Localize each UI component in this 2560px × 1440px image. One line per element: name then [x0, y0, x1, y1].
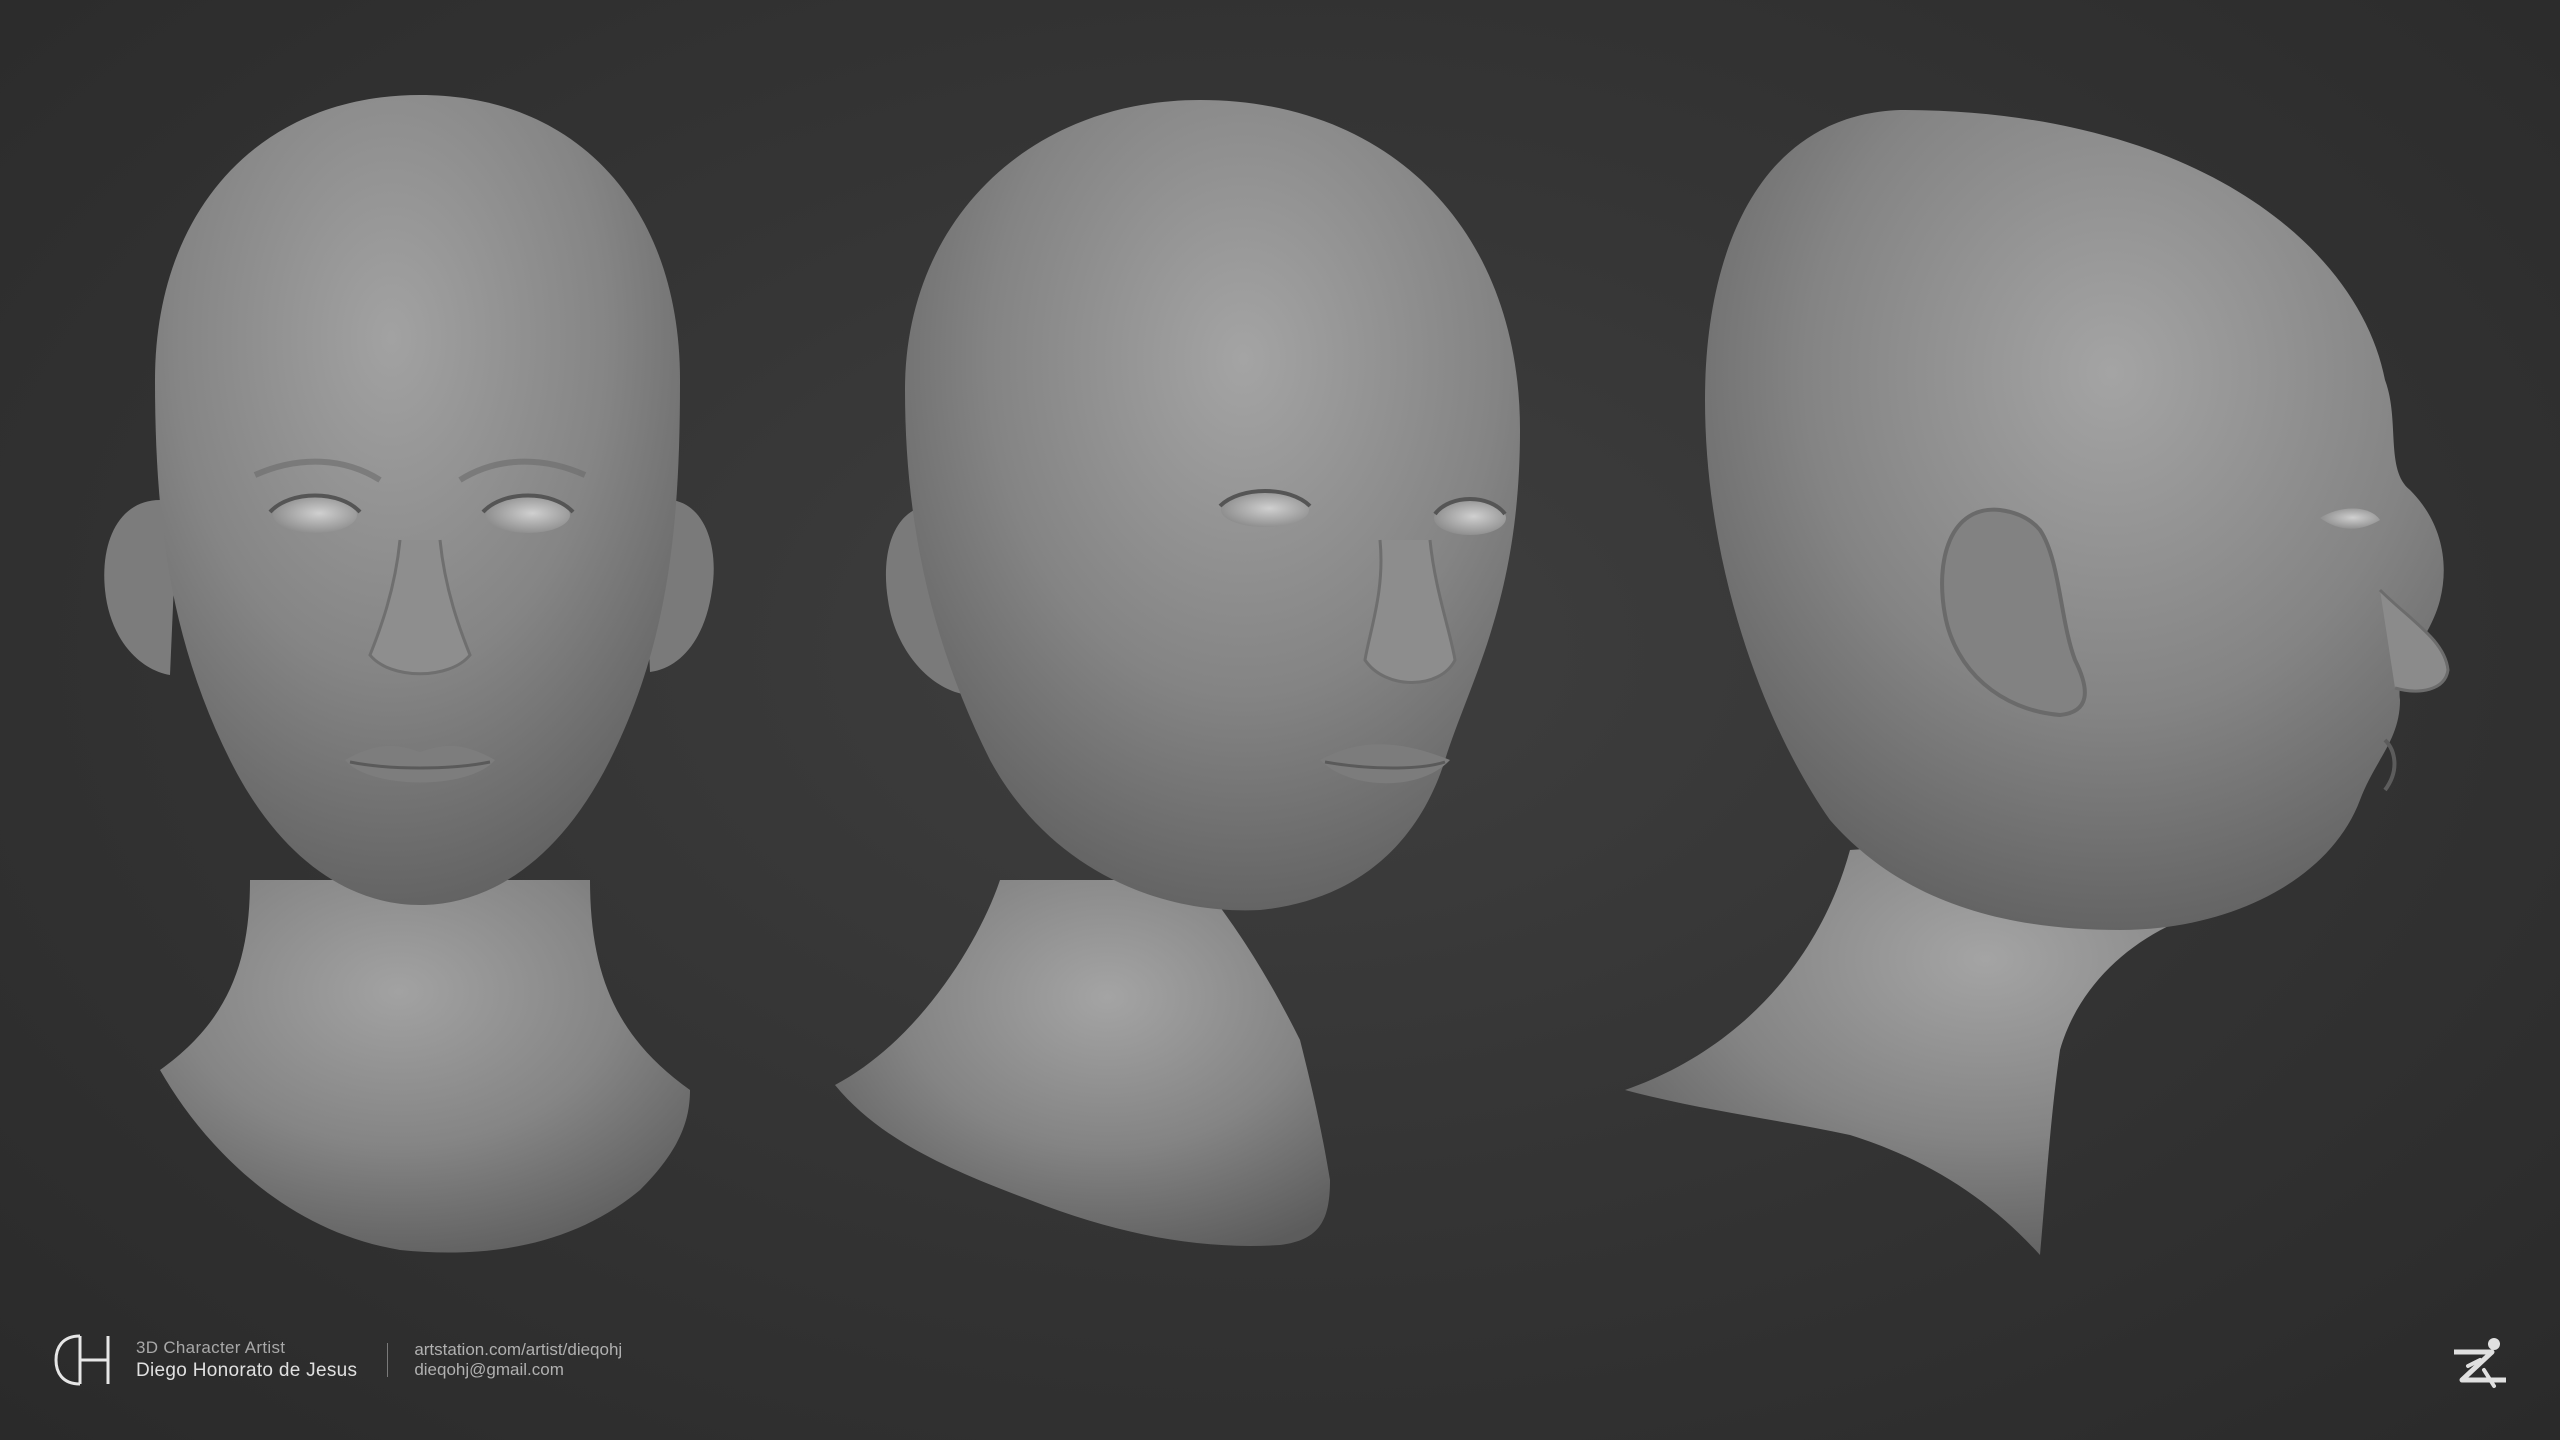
head-side-profile-view [1625, 110, 2450, 1255]
divider [387, 1343, 389, 1377]
footer-credits: 3D Character Artist Diego Honorato de Je… [52, 1330, 622, 1390]
head-three-quarter-view [835, 100, 1520, 1246]
zbrush-logo-icon [2454, 1338, 2506, 1388]
email-link[interactable]: dieqohj@gmail.com [414, 1360, 622, 1380]
website-link[interactable]: artstation.com/artist/dieqohj [414, 1340, 622, 1360]
artist-role: 3D Character Artist [136, 1338, 286, 1357]
head-front-view [104, 95, 714, 1253]
sculpt-stage [104, 95, 2450, 1255]
contact-info: artstation.com/artist/dieqohj dieqohj@gm… [414, 1340, 622, 1380]
artist-credit: 3D Character Artist Diego Honorato de Je… [136, 1338, 357, 1382]
artist-name: Diego Honorato de Jesus [136, 1360, 358, 1381]
dh-monogram-logo [54, 1334, 110, 1386]
